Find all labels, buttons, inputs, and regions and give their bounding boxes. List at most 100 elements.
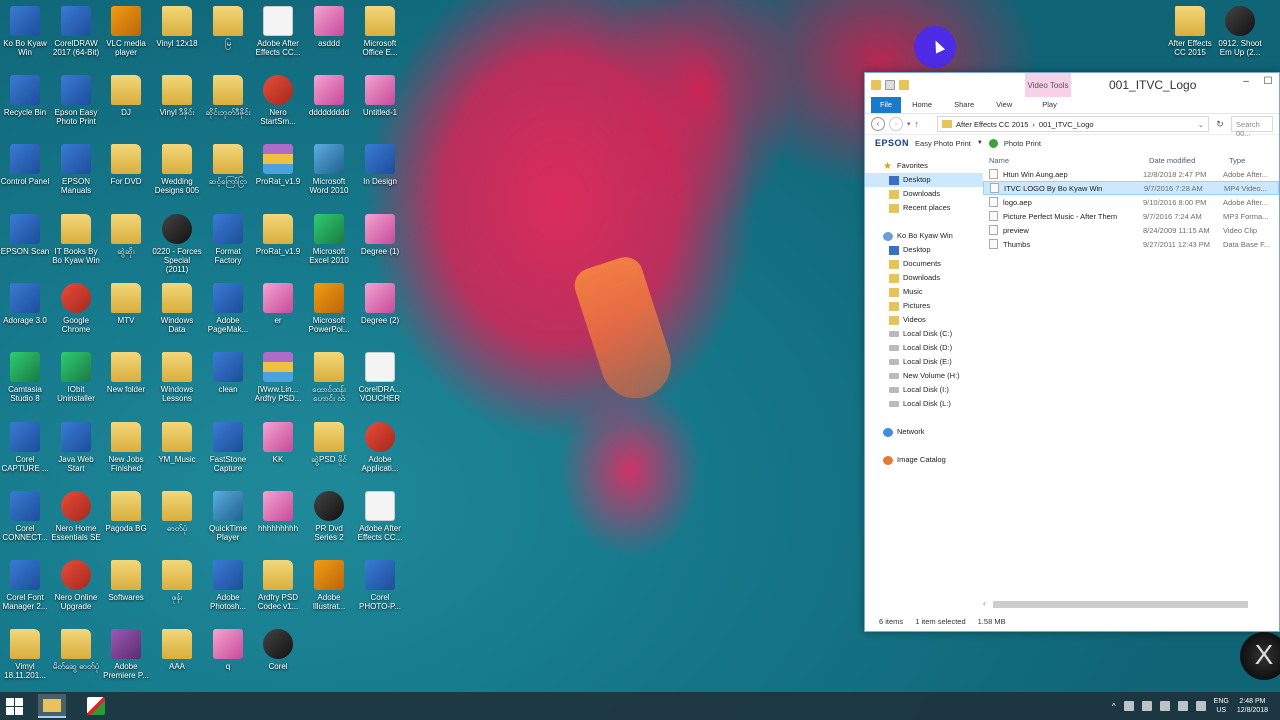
desktop-shortcut[interactable]: Microsoft Excel 2010	[304, 214, 354, 265]
desktop-shortcut[interactable]: Adobe Applicati...	[355, 422, 405, 473]
photo-print-button[interactable]: Photo Print	[1004, 139, 1041, 148]
desktop-shortcut[interactable]: Degree (2)	[355, 283, 405, 325]
desktop-shortcut[interactable]: ဆိုင်းဘုတ်ဒီဇိုင်း	[203, 75, 253, 117]
desktop-shortcut[interactable]: ProRat_v1.9	[253, 144, 303, 186]
desktop-shortcut[interactable]: မြ	[203, 6, 253, 48]
desktop-shortcut[interactable]: Wedding Designs 005	[152, 144, 202, 195]
language-indicator[interactable]: ENG US	[1214, 697, 1229, 715]
desktop-shortcut[interactable]: 0220 - Forces Special (2011)	[152, 214, 202, 274]
desktop-shortcut[interactable]: QuickTime Player	[203, 491, 253, 542]
desktop-shortcut[interactable]: MTV	[101, 283, 151, 325]
desktop-shortcut[interactable]: Nero Home Essentials SE	[51, 491, 101, 542]
desktop-shortcut[interactable]: PR Dvd Series 2	[304, 491, 354, 542]
dropdown-arrow-icon[interactable]: ▼	[977, 140, 983, 146]
desktop-shortcut[interactable]: YM_Music	[152, 422, 202, 464]
nav-user-item[interactable]: Local Disk (L:)	[865, 397, 983, 411]
desktop-shortcut[interactable]: ဖုန်း	[152, 560, 202, 602]
nav-user-item[interactable]: Local Disk (D:)	[865, 341, 983, 355]
easy-photo-print-button[interactable]: Easy Photo Print	[915, 139, 971, 148]
scrollbar-thumb[interactable]	[993, 601, 1248, 608]
desktop-shortcut[interactable]: Pagoda BG	[101, 491, 151, 533]
column-type[interactable]: Type	[1223, 156, 1279, 165]
desktop-shortcut[interactable]: Nero Online Upgrade	[51, 560, 101, 611]
nav-user-item[interactable]: New Volume (H:)	[865, 369, 983, 383]
desktop-shortcut[interactable]: Java Web Start	[51, 422, 101, 473]
network-icon[interactable]	[1195, 701, 1206, 711]
desktop-shortcut[interactable]: In Design	[355, 144, 405, 186]
desktop-shortcut[interactable]: Corel CONNECT...	[0, 491, 50, 542]
desktop-shortcut[interactable]: 0912. Shoot Em Up (2...	[1215, 6, 1265, 57]
nav-image-catalog[interactable]: Image Catalog	[865, 453, 983, 467]
desktop-shortcut[interactable]: Windows Data	[152, 283, 202, 334]
tab-share[interactable]: Share	[943, 97, 985, 113]
desktop-shortcut[interactable]: Vimyl 18.11.201...	[0, 629, 50, 680]
quick-access-toolbar[interactable]	[871, 80, 909, 90]
taskbar-file-explorer[interactable]	[38, 694, 66, 718]
desktop-shortcut[interactable]: Windows Lessons	[152, 352, 202, 403]
desktop-shortcut[interactable]: EPSON Manuals	[51, 144, 101, 195]
desktop-shortcut[interactable]: DJ	[101, 75, 151, 117]
recent-locations-icon[interactable]: ▾	[907, 120, 911, 128]
desktop-shortcut[interactable]: Softwares	[101, 560, 151, 602]
desktop-shortcut[interactable]: Adobe PageMak...	[203, 283, 253, 334]
desktop-shortcut[interactable]: Corel PHOTO-P...	[355, 560, 405, 611]
desktop-shortcut[interactable]: Adorage 3.0	[0, 283, 50, 325]
column-date[interactable]: Date modified	[1143, 156, 1223, 165]
desktop-shortcut[interactable]: Ko Bo Kyaw Win	[0, 6, 50, 57]
desktop-shortcut[interactable]: Epson Easy Photo Print	[51, 75, 101, 126]
nav-user[interactable]: Ko Bo Kyaw Win	[865, 229, 983, 243]
file-row[interactable]: Htun Win Aung.aep 12/8/2018 2:47 PM Adobe …	[983, 167, 1279, 181]
desktop-shortcut[interactable]: hhhhhhhhh	[253, 491, 303, 533]
nav-desktop-fav[interactable]: Desktop	[865, 173, 983, 187]
desktop-shortcut[interactable]: Corel Font Manager 2...	[0, 560, 50, 611]
tray-app-icon[interactable]	[1141, 701, 1152, 711]
nav-user-item[interactable]: Downloads	[865, 271, 983, 285]
windows-start-icon[interactable]	[6, 698, 23, 715]
tab-play[interactable]: Play	[1031, 97, 1068, 113]
column-name[interactable]: Name	[983, 156, 1143, 165]
breadcrumb-current[interactable]: 001_ITVC_Logo	[1039, 120, 1094, 129]
desktop-shortcut[interactable]: clean	[203, 352, 253, 394]
nav-user-item[interactable]: Music	[865, 285, 983, 299]
desktop-shortcut[interactable]: Corel	[253, 629, 303, 671]
desktop-shortcut[interactable]: ဆင့်ကြော်ငြာ	[203, 144, 253, 186]
desktop-shortcut[interactable]: ProRat_v1.9	[253, 214, 303, 256]
show-hidden-icons-icon[interactable]: ^	[1112, 702, 1116, 711]
desktop-shortcut[interactable]: AAA	[152, 629, 202, 671]
tab-view[interactable]: View	[985, 97, 1023, 113]
search-input[interactable]: Search 00...	[1231, 116, 1273, 138]
taskbar-pdf-app[interactable]	[82, 694, 110, 718]
volume-icon[interactable]	[1177, 701, 1188, 711]
desktop-shortcut[interactable]: Adobe After Effects CC...	[253, 6, 303, 57]
desktop-shortcut[interactable]: EPSON Scan	[0, 214, 50, 256]
nav-user-item[interactable]: Videos	[865, 313, 983, 327]
tab-file[interactable]: File	[871, 97, 902, 113]
back-button[interactable]: ‹	[871, 117, 885, 131]
desktop-shortcut[interactable]: Google Chrome	[51, 283, 101, 334]
breadcrumb-after-effects[interactable]: After Effects CC 2015	[956, 120, 1028, 129]
file-row[interactable]: ITVC LOGO By Bo Kyaw Win 9/7/2016 7:28 AM…	[983, 181, 1279, 195]
desktop-shortcut[interactable]: Adobe After Effects CC...	[355, 491, 405, 542]
desktop-shortcut[interactable]: Adobe Premiere P...	[101, 629, 151, 680]
file-row[interactable]: preview 8/24/2009 11:15 AM Video Clip	[983, 223, 1279, 237]
properties-icon[interactable]	[885, 80, 895, 90]
up-arrow-icon[interactable]: ↑	[915, 119, 920, 129]
desktop-shortcut[interactable]: CorelDRA... VOUCHER	[355, 352, 405, 403]
desktop-shortcut[interactable]: er	[253, 283, 303, 325]
refresh-icon[interactable]: ↻	[1213, 119, 1227, 130]
desktop-shortcut[interactable]: Microsoft PowerPoi...	[304, 283, 354, 334]
tab-video-tools[interactable]: Video Tools	[1025, 73, 1071, 97]
nav-user-item[interactable]: Local Disk (C:)	[865, 327, 983, 341]
scroll-left-icon[interactable]: ‹	[983, 599, 986, 608]
desktop-shortcut[interactable]: ဆွဲPSD ဖိုင်	[304, 422, 354, 464]
explorer-window[interactable]: Video Tools 001_ITVC_Logo – ☐ File Home …	[864, 72, 1280, 632]
nav-recent-places[interactable]: Recent places	[865, 201, 983, 215]
desktop-shortcut[interactable]: Adobe Illustrat...	[304, 560, 354, 611]
desktop-shortcut[interactable]: ဓာတ်ပုံ	[152, 491, 202, 533]
desktop-shortcut[interactable]: Degree (1)	[355, 214, 405, 256]
desktop-shortcut[interactable]: Camtasia Studio 8	[0, 352, 50, 403]
desktop-shortcut[interactable]: Adobe Photosh...	[203, 560, 253, 611]
tray-app-icon[interactable]	[1123, 701, 1134, 711]
desktop-shortcut[interactable]: ဆွဲဆိုး	[101, 214, 151, 256]
nav-user-item[interactable]: Desktop	[865, 243, 983, 257]
